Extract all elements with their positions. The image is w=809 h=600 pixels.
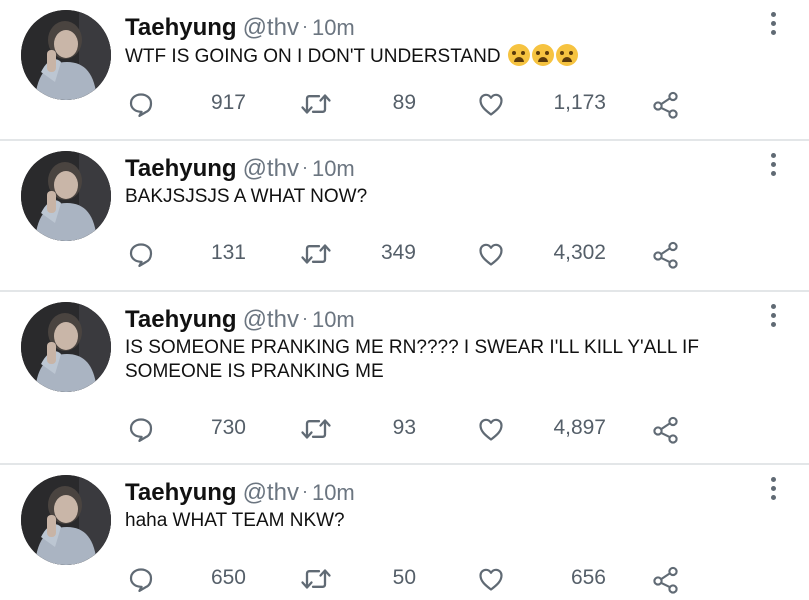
tweet-card[interactable]: Taehyung @thv · 10m haha WHAT TEAM NKW? 650… [0, 465, 809, 600]
more-vertical-icon[interactable] [768, 153, 778, 181]
author-handle[interactable]: @thv [243, 14, 299, 41]
author-handle[interactable]: @thv [243, 306, 299, 333]
author-name[interactable]: Taehyung [125, 155, 237, 182]
like-count: 4,302 [553, 241, 606, 264]
share-icon[interactable] [651, 565, 681, 595]
like-count: 656 [570, 566, 606, 589]
reply-count: 730 [210, 416, 246, 439]
tweet-text: haha WHAT TEAM NKW? [125, 510, 345, 531]
action-bar: 917 89 1,173 [0, 88, 809, 118]
retweet-count: 50 [392, 566, 416, 589]
tweet-card[interactable]: Taehyung @thv · 10m IS SOMEONE PRANKING ME … [0, 292, 809, 464]
separator-dot: · [301, 308, 308, 328]
action-bar: 131 349 4,302 [0, 238, 809, 268]
reply-icon[interactable] [127, 90, 155, 118]
retweet-icon[interactable] [300, 240, 332, 268]
timestamp[interactable]: 10m [312, 480, 355, 505]
retweet-icon[interactable] [300, 415, 332, 443]
retweet-icon[interactable] [300, 565, 332, 593]
share-icon[interactable] [651, 240, 681, 270]
separator-dot: · [301, 481, 308, 501]
tweet-feed: Taehyung @thv · 10m WTF IS GOING ON I DON'T… [0, 0, 809, 600]
tweet-text-content: WTF IS GOING ON I DON'T UNDERSTAND [125, 46, 501, 67]
heart-icon[interactable] [477, 415, 505, 443]
heart-icon[interactable] [477, 90, 505, 118]
retweet-icon[interactable] [300, 90, 332, 118]
author-handle[interactable]: @thv [243, 155, 299, 182]
reply-count: 131 [210, 241, 246, 264]
crying-face-emoji [531, 44, 554, 66]
action-bar: 730 93 4,897 [0, 413, 809, 443]
tweet-header: Taehyung @thv · 10m [125, 12, 355, 42]
timestamp[interactable]: 10m [312, 15, 355, 40]
reply-icon[interactable] [127, 565, 155, 593]
tweet-header: Taehyung @thv · 10m [125, 153, 355, 183]
tweet-text: BAKJSJSJS A WHAT NOW? [125, 186, 368, 207]
retweet-count: 93 [392, 416, 416, 439]
more-vertical-icon[interactable] [768, 477, 778, 505]
share-icon[interactable] [651, 415, 681, 445]
timestamp[interactable]: 10m [312, 156, 355, 181]
tweet-text: IS SOMEONE PRANKING ME RN???? I SWEAR I'… [125, 337, 699, 382]
avatar[interactable] [21, 475, 111, 565]
share-icon[interactable] [651, 90, 681, 120]
crying-face-emoji [555, 44, 578, 66]
more-vertical-icon[interactable] [768, 12, 778, 40]
reply-count: 650 [210, 566, 246, 589]
avatar[interactable] [21, 302, 111, 392]
like-count: 1,173 [553, 91, 606, 114]
heart-icon[interactable] [477, 240, 505, 268]
author-handle[interactable]: @thv [243, 479, 299, 506]
avatar[interactable] [21, 151, 111, 241]
timestamp[interactable]: 10m [312, 307, 355, 332]
action-bar: 650 50 656 [0, 563, 809, 593]
separator-dot: · [301, 157, 308, 177]
tweet-text: WTF IS GOING ON I DON'T UNDERSTAND [125, 44, 765, 69]
tweet-header: Taehyung @thv · 10m [125, 304, 355, 334]
author-name[interactable]: Taehyung [125, 306, 237, 333]
tweet-header: Taehyung @thv · 10m [125, 477, 355, 507]
crying-face-emoji [507, 44, 530, 66]
like-count: 4,897 [553, 416, 606, 439]
separator-dot: · [301, 16, 308, 36]
reply-count: 917 [210, 91, 246, 114]
tweet-card[interactable]: Taehyung @thv · 10m BAKJSJSJS A WHAT NOW? 1… [0, 141, 809, 291]
heart-icon[interactable] [477, 565, 505, 593]
more-vertical-icon[interactable] [768, 304, 778, 332]
avatar[interactable] [21, 10, 111, 100]
author-name[interactable]: Taehyung [125, 14, 237, 41]
tweet-card[interactable]: Taehyung @thv · 10m WTF IS GOING ON I DON'T… [0, 0, 809, 140]
reply-icon[interactable] [127, 415, 155, 443]
retweet-count: 349 [380, 241, 416, 264]
author-name[interactable]: Taehyung [125, 479, 237, 506]
reply-icon[interactable] [127, 240, 155, 268]
retweet-count: 89 [392, 91, 416, 114]
